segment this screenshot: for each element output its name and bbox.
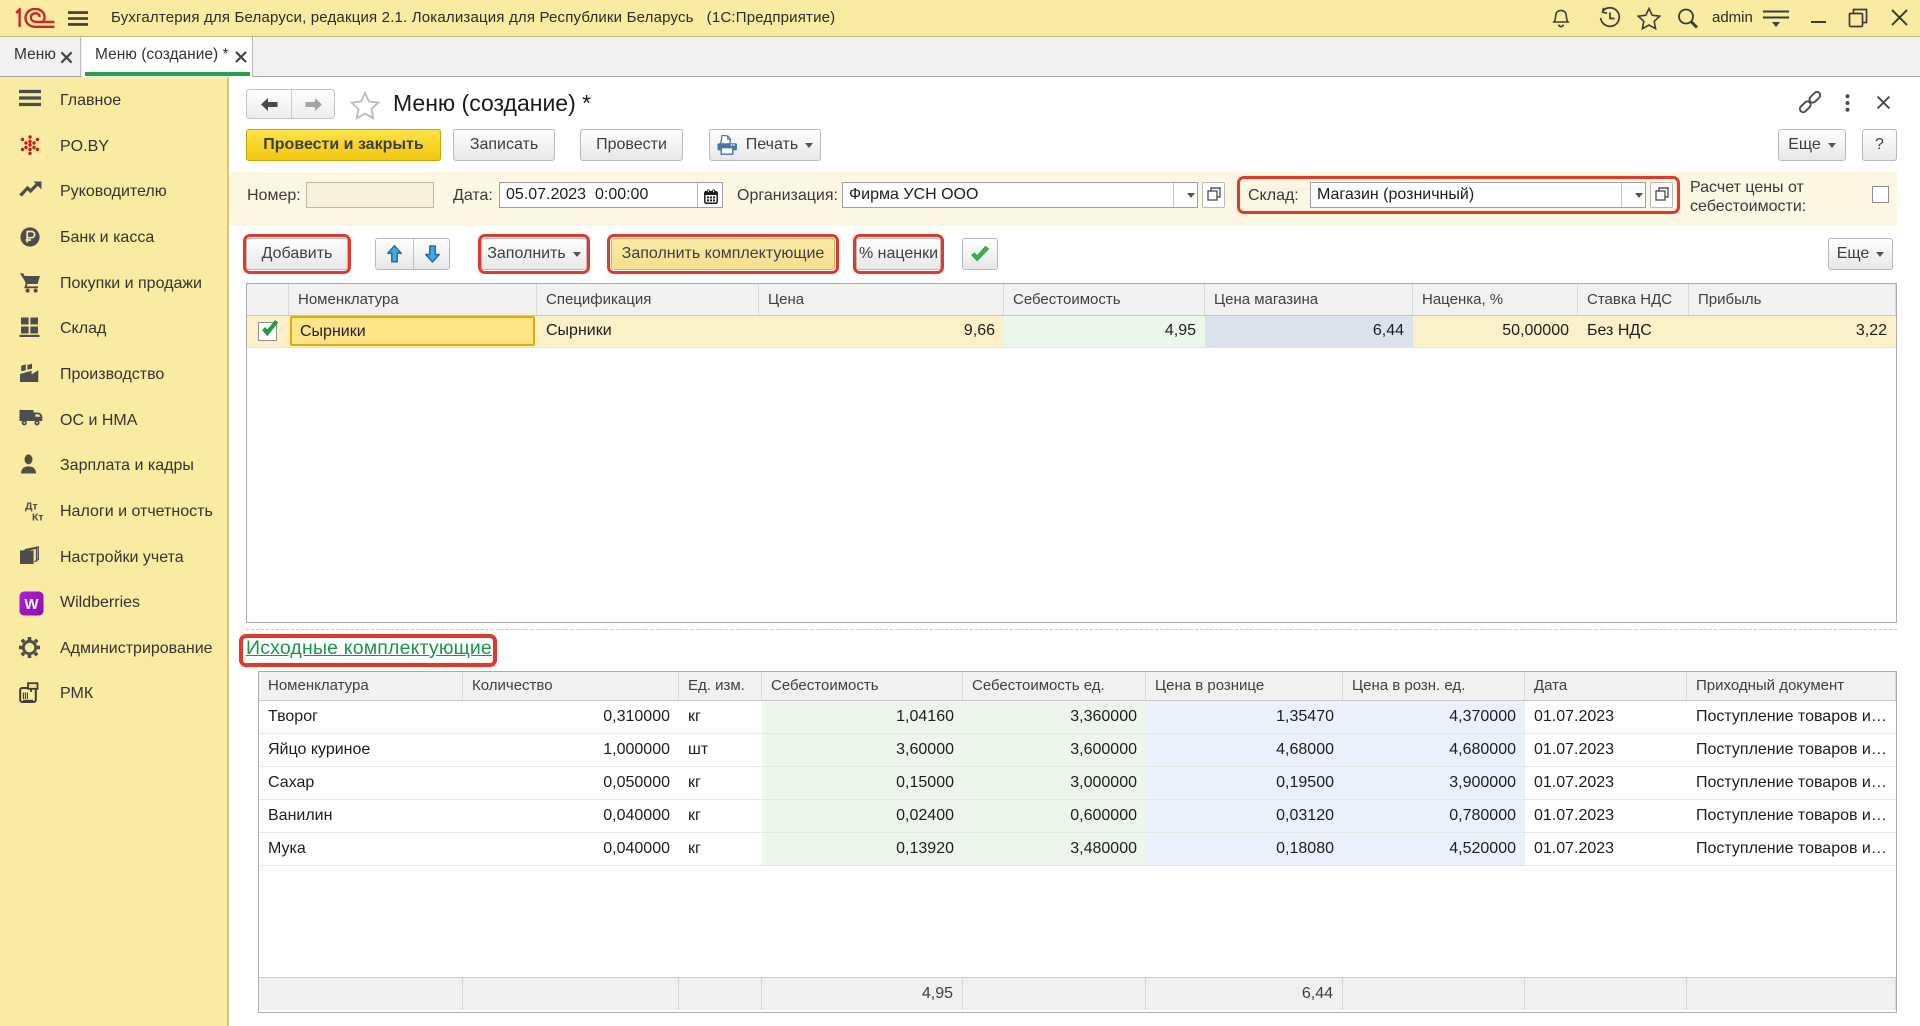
svg-text:W: W [24,596,39,613]
svg-text:Кт: Кт [32,511,44,522]
